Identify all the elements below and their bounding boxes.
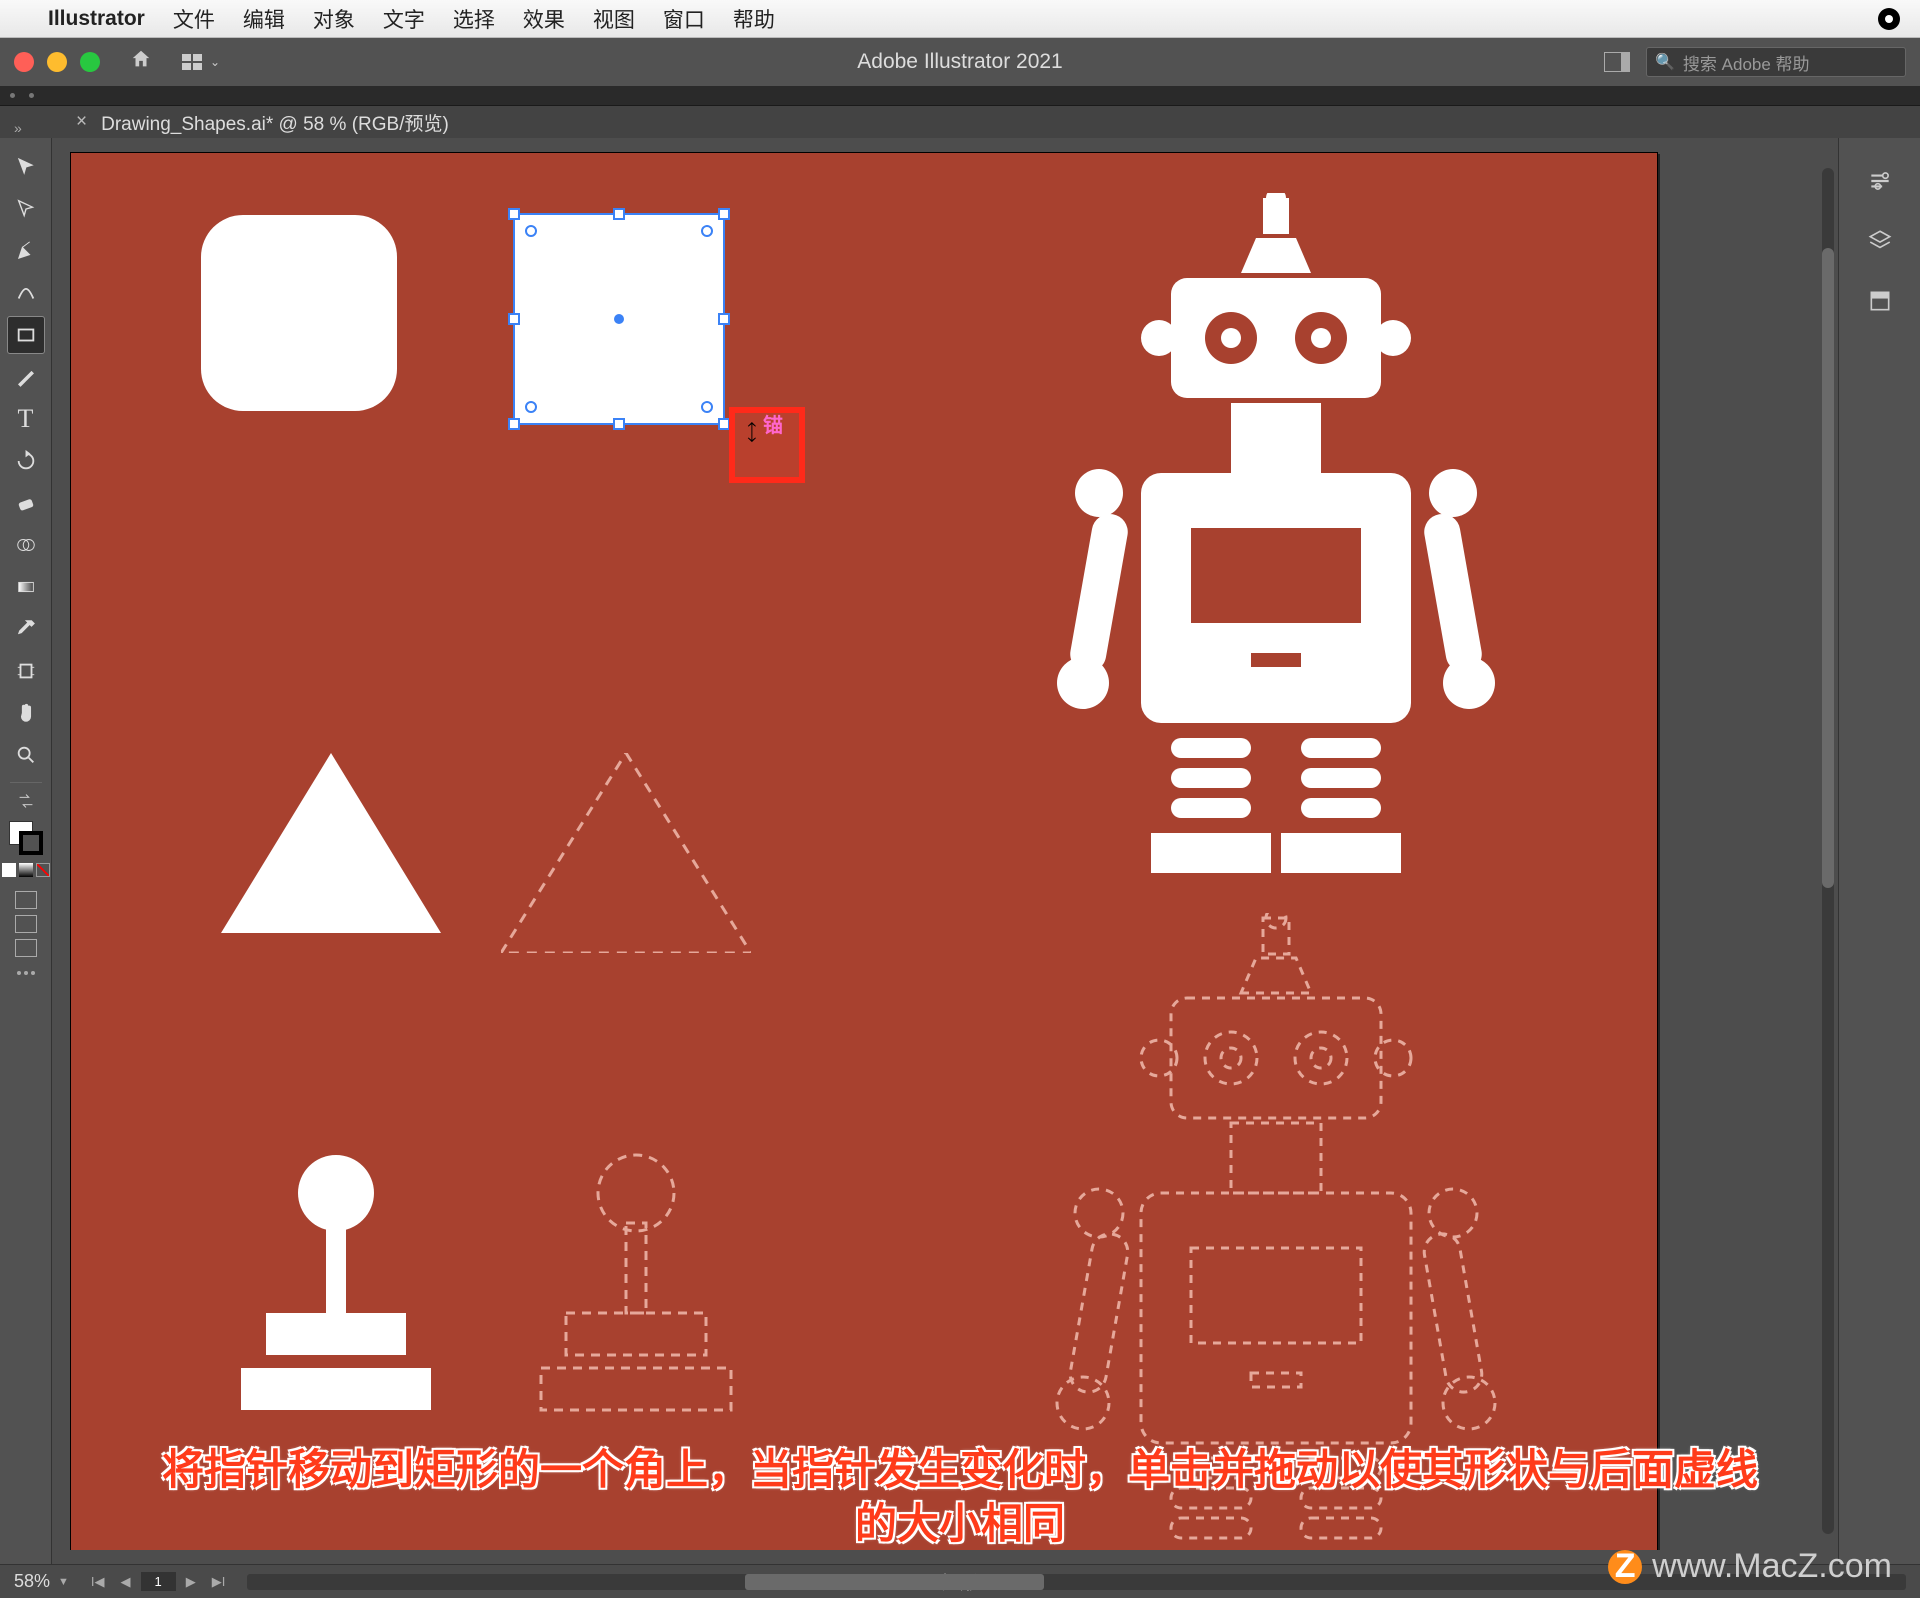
shape-selected-rectangle[interactable] bbox=[513, 213, 725, 425]
app-menu[interactable]: Illustrator bbox=[48, 7, 145, 31]
artboard-navigator[interactable]: I◀ ◀ 1 ▶ ▶I bbox=[85, 1572, 231, 1592]
selection-handle-r[interactable] bbox=[718, 313, 730, 325]
menu-edit[interactable]: 编辑 bbox=[243, 4, 285, 34]
layers-icon[interactable] bbox=[1865, 226, 1895, 256]
control-bar bbox=[0, 86, 1920, 106]
corner-widget-bl[interactable] bbox=[525, 401, 537, 413]
menu-select[interactable]: 选择 bbox=[453, 4, 495, 34]
type-tool[interactable]: T bbox=[7, 400, 45, 438]
close-tab-icon[interactable]: × bbox=[76, 111, 87, 133]
menu-object[interactable]: 对象 bbox=[313, 4, 355, 34]
document-tab[interactable]: Drawing_Shapes.ai* @ 58 % (RGB/预览) bbox=[101, 109, 449, 136]
artboard-number[interactable]: 1 bbox=[141, 1572, 176, 1591]
window-controls bbox=[14, 52, 100, 72]
zoom-level-selector[interactable]: 58% ▼ bbox=[14, 1571, 69, 1592]
corner-widget-tr[interactable] bbox=[701, 225, 713, 237]
shape-joystick-dashed[interactable] bbox=[521, 1153, 751, 1418]
selection-handle-b[interactable] bbox=[613, 418, 625, 430]
stroke-swatch[interactable] bbox=[19, 831, 43, 855]
watermark-text: www.MacZ.com bbox=[1652, 1547, 1892, 1586]
toolbox-flyout-icon[interactable]: » bbox=[14, 120, 22, 136]
shape-robot-solid[interactable] bbox=[1041, 193, 1511, 888]
shape-triangle-dashed[interactable] bbox=[501, 753, 751, 958]
properties-icon[interactable] bbox=[1865, 166, 1895, 196]
libraries-icon[interactable] bbox=[1865, 286, 1895, 316]
artboard-tool[interactable] bbox=[7, 652, 45, 690]
draw-behind-icon[interactable] bbox=[15, 915, 37, 933]
nav-first-icon[interactable]: I◀ bbox=[85, 1572, 111, 1592]
home-icon[interactable] bbox=[130, 48, 152, 76]
draw-normal-icon[interactable] bbox=[15, 891, 37, 909]
scale-cursor-icon: ⤡ bbox=[737, 419, 765, 447]
canvas-area[interactable]: ⤡ 锚 bbox=[52, 138, 1838, 1564]
nav-last-icon[interactable]: ▶I bbox=[206, 1572, 232, 1592]
direct-selection-tool[interactable] bbox=[7, 190, 45, 228]
toolbox: » T bbox=[0, 138, 52, 1564]
shape-robot-dashed[interactable] bbox=[1041, 913, 1511, 1550]
edit-toolbar-icon[interactable] bbox=[17, 971, 35, 975]
shape-rounded-square[interactable] bbox=[201, 215, 397, 411]
selection-handle-tr[interactable] bbox=[718, 208, 730, 220]
menu-type[interactable]: 文字 bbox=[383, 4, 425, 34]
paintbrush-tool[interactable] bbox=[7, 358, 45, 396]
search-placeholder: 搜索 Adobe 帮助 bbox=[1683, 50, 1810, 75]
menu-view[interactable]: 视图 bbox=[593, 4, 635, 34]
cursor-hint: 锚 bbox=[763, 409, 783, 438]
shape-builder-tool[interactable] bbox=[7, 526, 45, 564]
help-search-input[interactable]: 🔍 搜索 Adobe 帮助 bbox=[1646, 47, 1906, 77]
curvature-tool[interactable] bbox=[7, 274, 45, 312]
selection-handle-l[interactable] bbox=[508, 313, 520, 325]
color-mode-swatches[interactable] bbox=[2, 863, 50, 877]
watermark: Z www.MacZ.com bbox=[1608, 1547, 1892, 1586]
rectangle-tool[interactable] bbox=[7, 316, 45, 354]
menu-help[interactable]: 帮助 bbox=[733, 4, 775, 34]
corner-widget-tl[interactable] bbox=[525, 225, 537, 237]
gradient-tool[interactable] bbox=[7, 568, 45, 606]
fill-stroke-swatch[interactable] bbox=[9, 821, 43, 855]
watermark-logo-icon: Z bbox=[1608, 1550, 1642, 1584]
nav-next-icon[interactable]: ▶ bbox=[180, 1572, 202, 1592]
window-titlebar: ⌄ Adobe Illustrator 2021 🔍 搜索 Adobe 帮助 bbox=[0, 38, 1920, 86]
menu-window[interactable]: 窗口 bbox=[663, 4, 705, 34]
selection-center bbox=[614, 314, 624, 324]
eraser-tool[interactable] bbox=[7, 484, 45, 522]
right-panel-dock bbox=[1838, 138, 1920, 1564]
screen-mode-icon[interactable] bbox=[15, 939, 37, 957]
eyedropper-tool[interactable] bbox=[7, 610, 45, 648]
chevron-down-icon: ▼ bbox=[58, 1576, 69, 1588]
status-dot-icon[interactable] bbox=[1878, 8, 1900, 30]
panel-toggle-icon[interactable] bbox=[1604, 52, 1630, 72]
corner-widget-br[interactable] bbox=[701, 401, 713, 413]
minimize-window-button[interactable] bbox=[47, 52, 67, 72]
workspace-switcher[interactable]: ⌄ bbox=[182, 54, 220, 70]
swap-fill-stroke-icon[interactable] bbox=[7, 791, 45, 811]
hand-tool[interactable] bbox=[7, 694, 45, 732]
canvas-scrollbar-vertical[interactable] bbox=[1822, 168, 1834, 1534]
selection-handle-bl[interactable] bbox=[508, 418, 520, 430]
mac-menubar: Illustrator 文件 编辑 对象 文字 选择 效果 视图 窗口 帮助 bbox=[0, 0, 1920, 38]
menu-file[interactable]: 文件 bbox=[173, 4, 215, 34]
rotate-tool[interactable] bbox=[7, 442, 45, 480]
close-window-button[interactable] bbox=[14, 52, 34, 72]
selection-handle-tl[interactable] bbox=[508, 208, 520, 220]
maximize-window-button[interactable] bbox=[80, 52, 100, 72]
shape-joystick-solid[interactable] bbox=[221, 1153, 451, 1418]
zoom-tool[interactable] bbox=[7, 736, 45, 774]
shape-triangle-solid[interactable] bbox=[221, 753, 441, 938]
selection-tool[interactable] bbox=[7, 148, 45, 186]
nav-prev-icon[interactable]: ◀ bbox=[115, 1572, 137, 1592]
selection-handle-t[interactable] bbox=[613, 208, 625, 220]
document-tabbar: × Drawing_Shapes.ai* @ 58 % (RGB/预览) bbox=[0, 106, 1920, 138]
pen-tool[interactable] bbox=[7, 232, 45, 270]
artboard[interactable]: ⤡ 锚 bbox=[70, 152, 1658, 1550]
search-icon: 🔍 bbox=[1655, 52, 1675, 72]
zoom-value: 58% bbox=[14, 1571, 50, 1592]
menu-effect[interactable]: 效果 bbox=[523, 4, 565, 34]
cursor-highlight: ⤡ 锚 bbox=[729, 407, 805, 483]
window-title: Adobe Illustrator 2021 bbox=[857, 50, 1062, 74]
